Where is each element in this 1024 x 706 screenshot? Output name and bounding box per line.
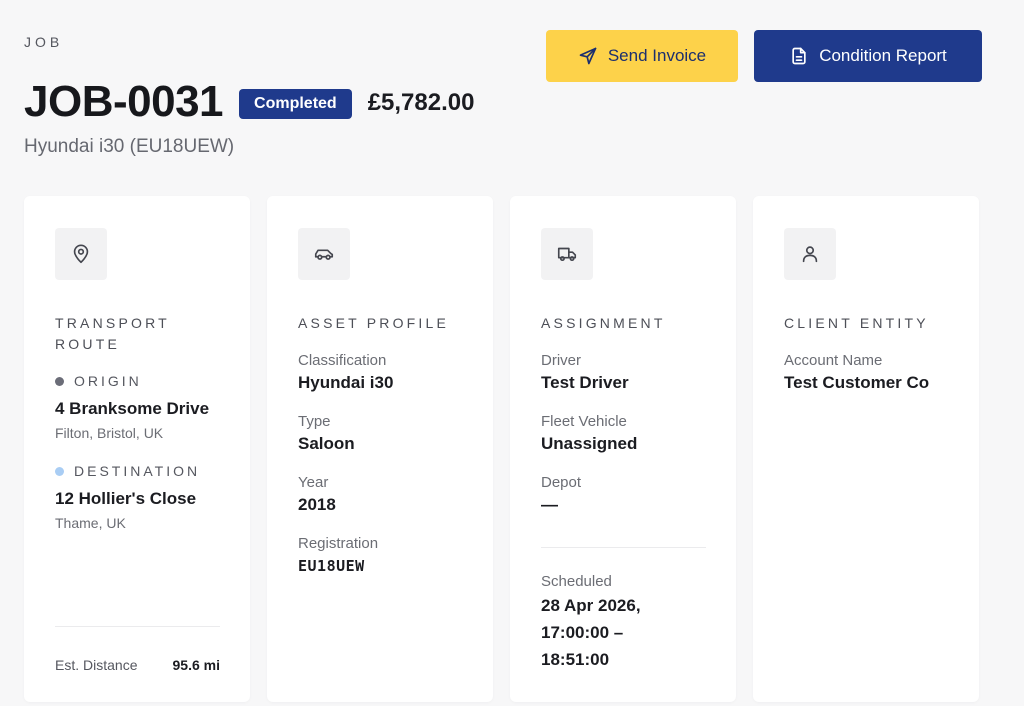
condition-report-button[interactable]: Condition Report <box>754 30 982 82</box>
fleet-vehicle-field: Fleet Vehicle Unassigned <box>541 412 706 456</box>
origin-dot <box>55 376 64 386</box>
destination-locality: Thame, UK <box>55 515 126 531</box>
truck-icon <box>557 247 577 262</box>
year-label: Year <box>298 474 329 491</box>
driver-value: Test Driver <box>541 373 629 392</box>
route-card-title: TRANSPORT ROUTE <box>55 315 170 352</box>
destination-address: 12 Hollier's Close <box>55 489 197 508</box>
car-icon <box>314 249 334 260</box>
distance-value: 95.6 mi <box>172 656 220 673</box>
destination-label: DESTINATION <box>74 463 201 479</box>
transport-route-card: TRANSPORT ROUTE ORIGIN 4 Branksome Drive… <box>24 196 250 702</box>
year-value: 2018 <box>298 495 336 514</box>
document-icon <box>792 47 806 65</box>
account-name-field: Account Name Test Customer Co <box>784 351 949 395</box>
status-badge: Completed <box>239 89 352 119</box>
page-title: JOB-0031 <box>24 77 224 126</box>
asset-icon-box <box>298 228 350 280</box>
origin-block: ORIGIN 4 Branksome Drive Filton, Bristol… <box>55 373 220 441</box>
user-icon <box>802 246 818 263</box>
fleet-vehicle-value: Unassigned <box>541 434 638 453</box>
assignment-icon-box <box>541 228 593 280</box>
origin-locality: Filton, Bristol, UK <box>55 425 164 441</box>
distance-row: Est. Distance 95.6 mi <box>55 626 220 702</box>
depot-value: — <box>541 495 558 514</box>
origin-label: ORIGIN <box>74 373 142 389</box>
asset-profile-card: ASSET PROFILE Classification Hyundai i30… <box>267 196 493 702</box>
scheduled-field: Scheduled 28 Apr 2026, 17:00:00 – 18:51:… <box>541 572 706 673</box>
classification-label: Classification <box>298 352 387 369</box>
registration-field: Registration EU18UEW <box>298 534 463 578</box>
classification-field: Classification Hyundai i30 <box>298 351 463 395</box>
registration-value: EU18UEW <box>298 557 365 575</box>
type-value: Saloon <box>298 434 355 453</box>
route-icon-box <box>55 228 107 280</box>
classification-value: Hyundai i30 <box>298 373 394 392</box>
job-header: JOB JOB-0031 Completed £5,782.00 Hyundai… <box>24 30 1000 170</box>
destination-block: DESTINATION 12 Hollier's Close Thame, UK <box>55 463 220 531</box>
depot-field: Depot — <box>541 473 706 517</box>
driver-field: Driver Test Driver <box>541 351 706 395</box>
registration-label: Registration <box>298 535 379 552</box>
distance-label: Est. Distance <box>55 656 138 673</box>
page-eyebrow: JOB <box>24 34 64 50</box>
send-icon <box>579 47 597 65</box>
asset-card-title: ASSET PROFILE <box>298 315 450 331</box>
scheduled-label: Scheduled <box>541 573 612 590</box>
account-name-value: Test Customer Co <box>784 373 930 392</box>
detail-cards: TRANSPORT ROUTE ORIGIN 4 Branksome Drive… <box>24 196 979 702</box>
depot-label: Depot <box>541 474 582 491</box>
title-row: JOB-0031 Completed £5,782.00 <box>24 74 474 130</box>
schedule-divider <box>541 547 706 548</box>
client-entity-card: CLIENT ENTITY Account Name Test Customer… <box>753 196 979 702</box>
send-invoice-button[interactable]: Send Invoice <box>546 30 738 82</box>
assignment-card: ASSIGNMENT Driver Test Driver Fleet Vehi… <box>510 196 736 702</box>
scheduled-start: 17:00:00 – <box>541 623 624 642</box>
client-icon-box <box>784 228 836 280</box>
scheduled-date: 28 Apr 2026, <box>541 596 641 615</box>
client-card-title: CLIENT ENTITY <box>784 315 929 331</box>
type-field: Type Saloon <box>298 412 463 456</box>
driver-label: Driver <box>541 352 581 369</box>
destination-dot <box>55 466 64 476</box>
year-field: Year 2018 <box>298 473 463 517</box>
condition-report-label: Condition Report <box>819 46 947 65</box>
header-actions: Send Invoice Condition Report <box>546 30 982 82</box>
assignment-card-title: ASSIGNMENT <box>541 315 666 331</box>
type-label: Type <box>298 413 331 430</box>
job-amount: £5,782.00 <box>367 89 475 116</box>
fleet-vehicle-label: Fleet Vehicle <box>541 413 627 430</box>
scheduled-end: 18:51:00 <box>541 650 610 669</box>
send-invoice-label: Send Invoice <box>607 46 707 65</box>
map-pin-icon <box>73 244 89 264</box>
account-name-label: Account Name <box>784 352 883 369</box>
vehicle-subtitle: Hyundai i30 (EU18UEW) <box>24 136 235 157</box>
origin-address: 4 Branksome Drive <box>55 399 210 418</box>
